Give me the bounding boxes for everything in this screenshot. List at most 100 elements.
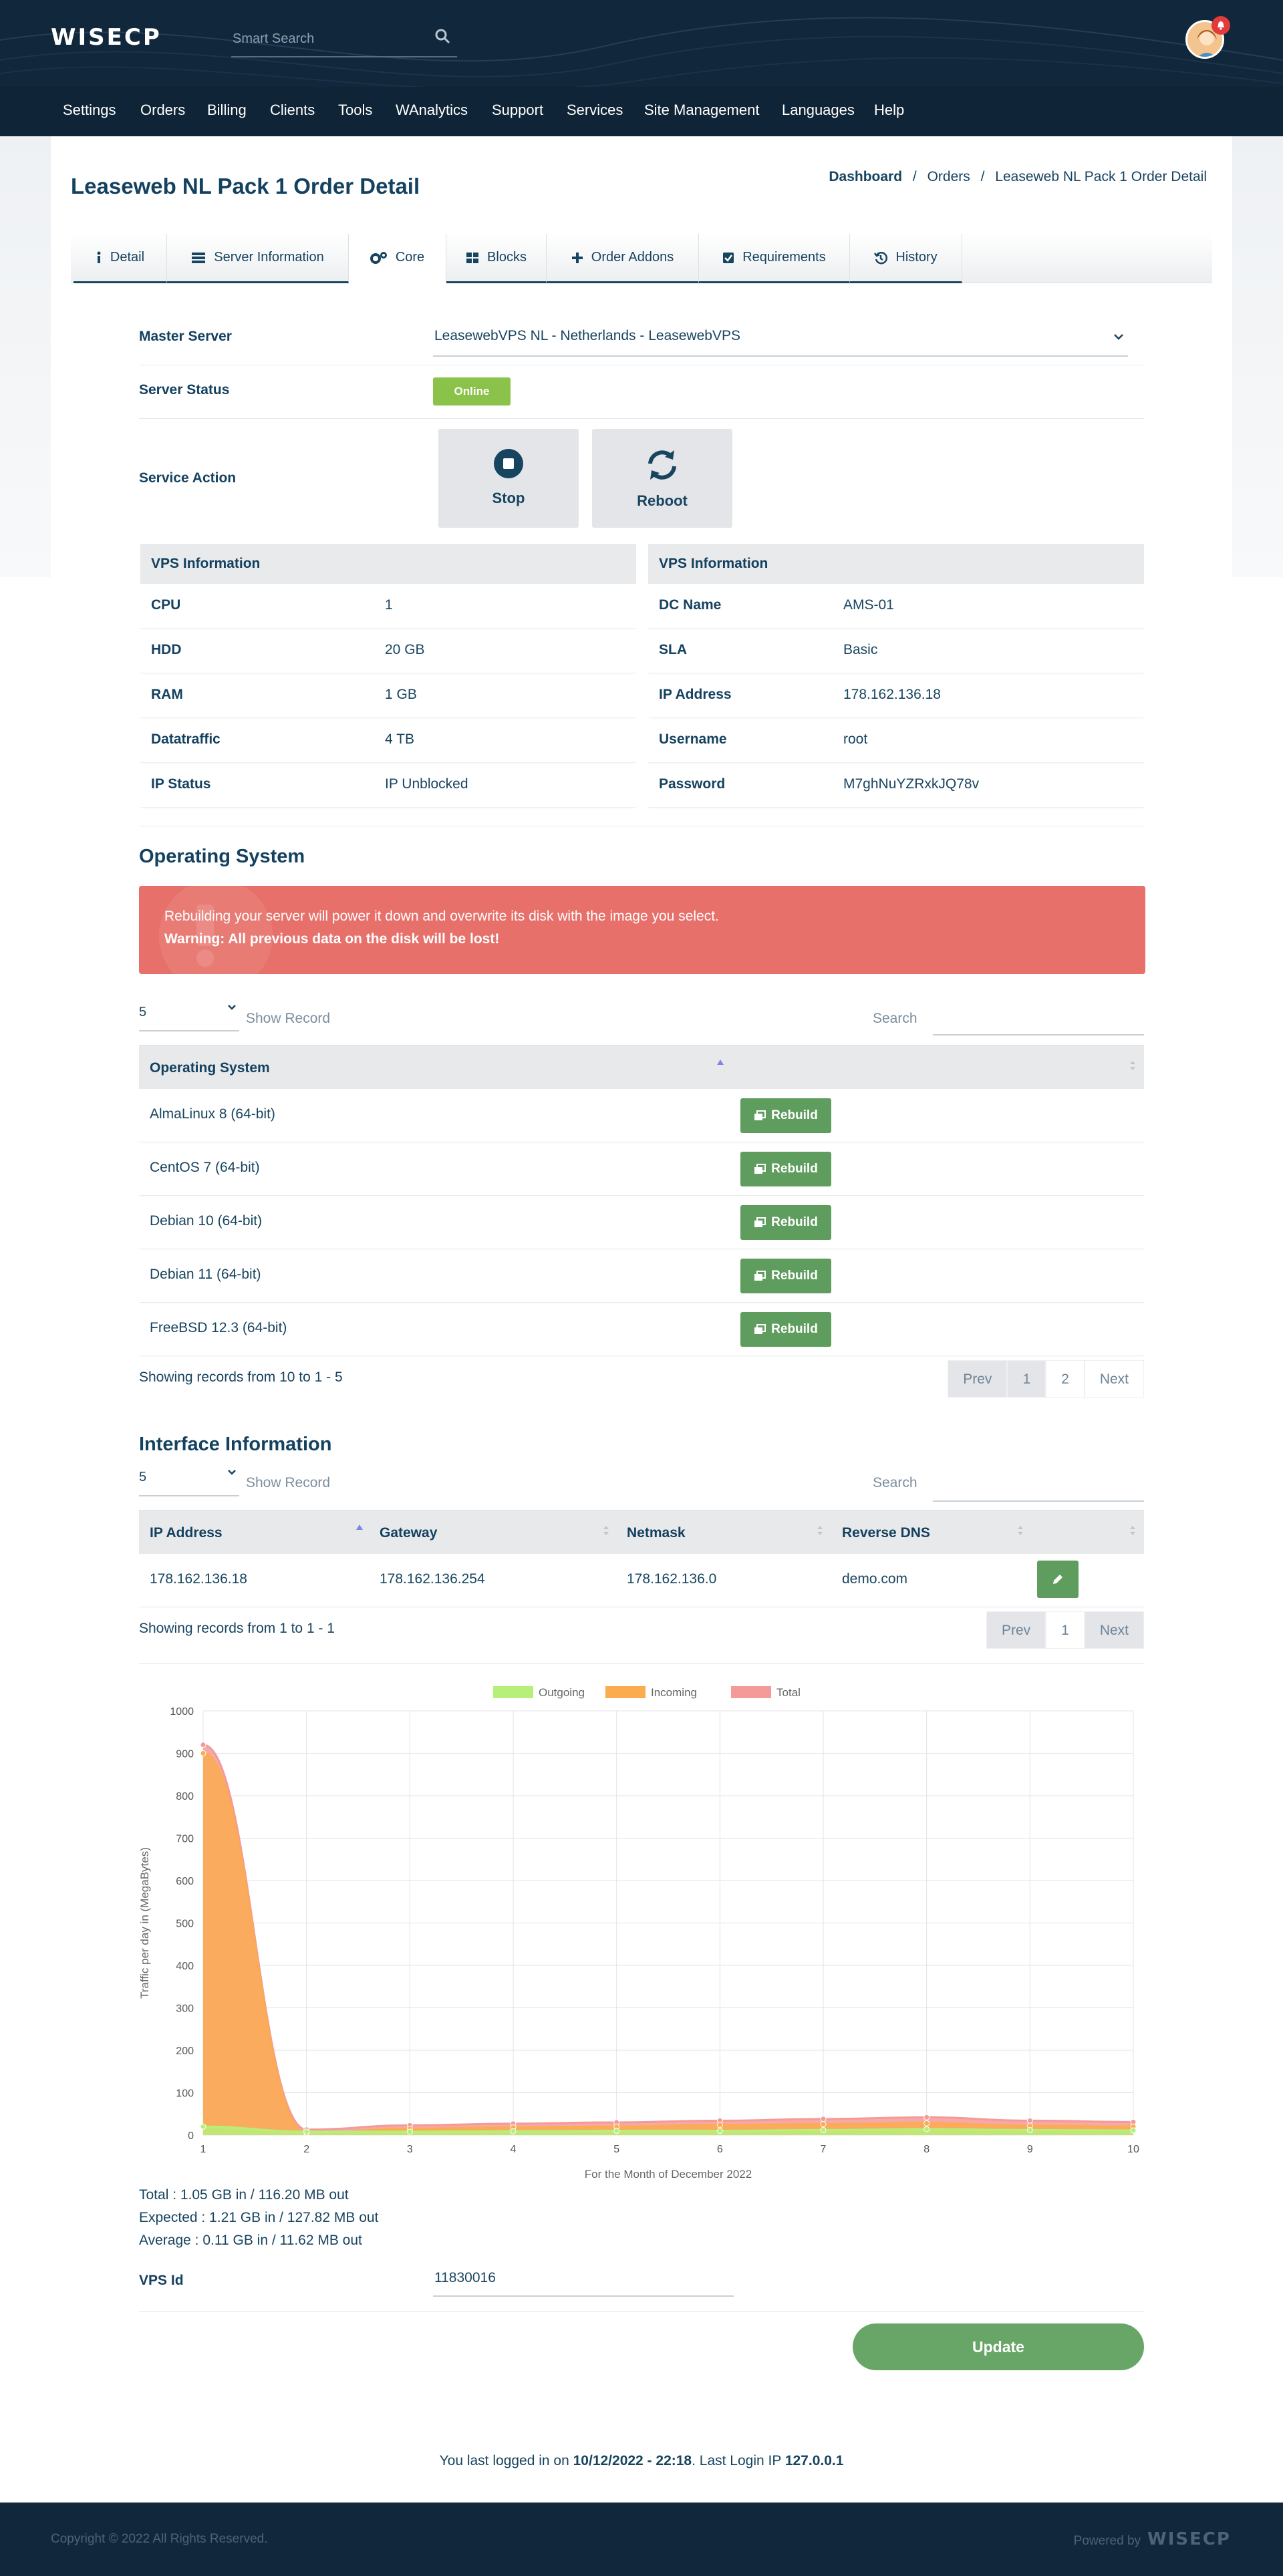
edit-reverse-dns-button[interactable] bbox=[1037, 1561, 1079, 1598]
pager-next[interactable]: Next bbox=[1084, 1360, 1144, 1398]
chart-legend-swatch bbox=[493, 1686, 533, 1698]
pencil-icon bbox=[1053, 1575, 1062, 1584]
tab-core[interactable]: Core bbox=[349, 234, 446, 283]
sort-asc-icon[interactable] bbox=[716, 1059, 724, 1066]
pager-next[interactable]: Next bbox=[1084, 1611, 1144, 1649]
stop-label: Stop bbox=[492, 490, 525, 506]
alert-message: Rebuilding your server will power it dow… bbox=[164, 909, 719, 924]
divider bbox=[139, 1663, 1144, 1664]
column-reverse-dns[interactable]: Reverse DNS bbox=[842, 1525, 930, 1541]
rebuild-button[interactable]: Rebuild bbox=[740, 1152, 831, 1186]
sort-asc-icon[interactable] bbox=[355, 1524, 364, 1531]
sort-icon[interactable] bbox=[1129, 1525, 1136, 1536]
os-search-input[interactable] bbox=[933, 1006, 1144, 1035]
chart-line-total bbox=[202, 1744, 1134, 2131]
footer: Copyright © 2022 All Rights Reserved. Po… bbox=[0, 2503, 1283, 2576]
sort-icon[interactable] bbox=[1017, 1525, 1024, 1536]
os-page-size-select[interactable]: 5 bbox=[139, 1002, 239, 1031]
last-login-ip: 127.0.0.1 bbox=[785, 2453, 844, 2468]
rebuild-button[interactable]: Rebuild bbox=[740, 1259, 831, 1293]
tab-history[interactable]: History bbox=[850, 234, 962, 283]
chart-point bbox=[510, 2128, 517, 2134]
sort-icon[interactable] bbox=[603, 1525, 609, 1536]
nav-settings[interactable]: Settings bbox=[63, 102, 116, 119]
chart-line-incoming bbox=[202, 1752, 1134, 2134]
chart-point bbox=[923, 2126, 930, 2132]
chevron-down-icon bbox=[228, 1005, 236, 1010]
ip-address-cell: 178.162.136.18 bbox=[150, 1571, 247, 1587]
pager-prev[interactable]: Prev bbox=[948, 1360, 1008, 1398]
master-server-label: Master Server bbox=[139, 329, 232, 344]
info-value: 1 GB bbox=[385, 687, 417, 702]
pager-page[interactable]: 1 bbox=[1046, 1611, 1085, 1649]
chart-y-tick-label: 100 bbox=[176, 2088, 194, 2100]
info-value: IP Unblocked bbox=[385, 776, 468, 792]
search-label: Search bbox=[873, 1011, 917, 1026]
status-badge: Online bbox=[433, 377, 511, 406]
interface-section-title: Interface Information bbox=[139, 1434, 332, 1455]
pager-prev[interactable]: Prev bbox=[986, 1611, 1046, 1649]
last-login-date: 10/12/2022 - 22:18 bbox=[573, 2453, 692, 2468]
column-ip-address[interactable]: IP Address bbox=[150, 1525, 223, 1541]
chevron-down-icon bbox=[1114, 334, 1123, 340]
nav-clients[interactable]: Clients bbox=[270, 102, 315, 119]
os-column-header[interactable]: Operating System bbox=[150, 1060, 270, 1076]
nav-support[interactable]: Support bbox=[492, 102, 543, 119]
chart-x-tick-label: 3 bbox=[407, 2144, 413, 2155]
breadcrumb-orders[interactable]: Orders bbox=[928, 169, 970, 184]
tab-server-information[interactable]: Server Information bbox=[167, 234, 349, 283]
os-table-header: Operating System bbox=[139, 1045, 1144, 1089]
chart-point bbox=[820, 2120, 827, 2127]
iface-search-input[interactable] bbox=[933, 1472, 1144, 1502]
master-server-select[interactable]: LeasewebVPS NL - Netherlands - LeasewebV… bbox=[433, 326, 1128, 357]
pager-page[interactable]: 1 bbox=[1007, 1360, 1046, 1398]
column-gateway[interactable]: Gateway bbox=[380, 1525, 437, 1541]
sort-icon[interactable] bbox=[1129, 1060, 1136, 1071]
iface-pagination: Prev 1 Next bbox=[986, 1611, 1144, 1649]
tab-detail[interactable]: Detail bbox=[74, 234, 167, 283]
nav-tools[interactable]: Tools bbox=[338, 102, 372, 119]
tab-requirements[interactable]: Requirements bbox=[699, 234, 850, 283]
reboot-button[interactable]: Reboot bbox=[592, 429, 732, 528]
smart-search-input[interactable] bbox=[233, 28, 426, 49]
breadcrumb-dashboard[interactable]: Dashboard bbox=[829, 169, 902, 184]
nav-site-management[interactable]: Site Management bbox=[644, 102, 759, 119]
search-icon[interactable] bbox=[434, 28, 450, 47]
iface-page-size-select[interactable]: 5 bbox=[139, 1467, 239, 1496]
nav-services[interactable]: Services bbox=[567, 102, 623, 119]
chart-legend-label: Outgoing bbox=[539, 1686, 585, 1699]
chart-y-tick-label: 500 bbox=[176, 1919, 194, 1930]
powered-by-label: Powered by bbox=[1073, 2534, 1141, 2548]
info-row: IP Status IP Unblocked bbox=[140, 763, 636, 808]
update-button[interactable]: Update bbox=[853, 2323, 1144, 2370]
rebuild-button[interactable]: Rebuild bbox=[740, 1312, 831, 1347]
pager-page[interactable]: 2 bbox=[1046, 1360, 1085, 1398]
netmask-cell: 178.162.136.0 bbox=[627, 1571, 717, 1587]
info-value: Basic bbox=[843, 642, 878, 657]
window-restore-icon bbox=[754, 1110, 766, 1120]
notification-bell-icon[interactable] bbox=[1211, 16, 1230, 35]
nav-help[interactable]: Help bbox=[874, 102, 904, 119]
vps-id-input[interactable]: 11830016 bbox=[433, 2266, 734, 2297]
wisecp-logo[interactable]: WISECP bbox=[51, 24, 162, 51]
chart-area-incoming bbox=[203, 1753, 1133, 2135]
column-netmask[interactable]: Netmask bbox=[627, 1525, 686, 1541]
chart-point bbox=[1026, 2117, 1033, 2124]
sort-icon[interactable] bbox=[817, 1525, 823, 1536]
tab-blocks[interactable]: Blocks bbox=[446, 234, 547, 283]
tab-label: Core bbox=[395, 250, 425, 265]
rebuild-button[interactable]: Rebuild bbox=[740, 1205, 831, 1240]
nav-billing[interactable]: Billing bbox=[207, 102, 247, 119]
chart-y-tick-label: 600 bbox=[176, 1876, 194, 1887]
nav-languages[interactable]: Languages bbox=[782, 102, 855, 119]
search-label: Search bbox=[873, 1475, 917, 1490]
rebuild-button[interactable]: Rebuild bbox=[740, 1098, 831, 1133]
wisecp-footer-logo[interactable]: WISECP bbox=[1147, 2529, 1231, 2549]
stop-button[interactable]: Stop bbox=[438, 429, 579, 528]
breadcrumb: Dashboard / Orders / Leaseweb NL Pack 1 … bbox=[829, 169, 1207, 185]
chart-x-tick-label: 10 bbox=[1127, 2144, 1139, 2155]
table-row: AlmaLinux 8 (64-bit) Rebuild bbox=[139, 1089, 1144, 1142]
nav-wanalytics[interactable]: WAnalytics bbox=[396, 102, 468, 119]
tab-order-addons[interactable]: Order Addons bbox=[547, 234, 699, 283]
nav-orders[interactable]: Orders bbox=[140, 102, 185, 119]
